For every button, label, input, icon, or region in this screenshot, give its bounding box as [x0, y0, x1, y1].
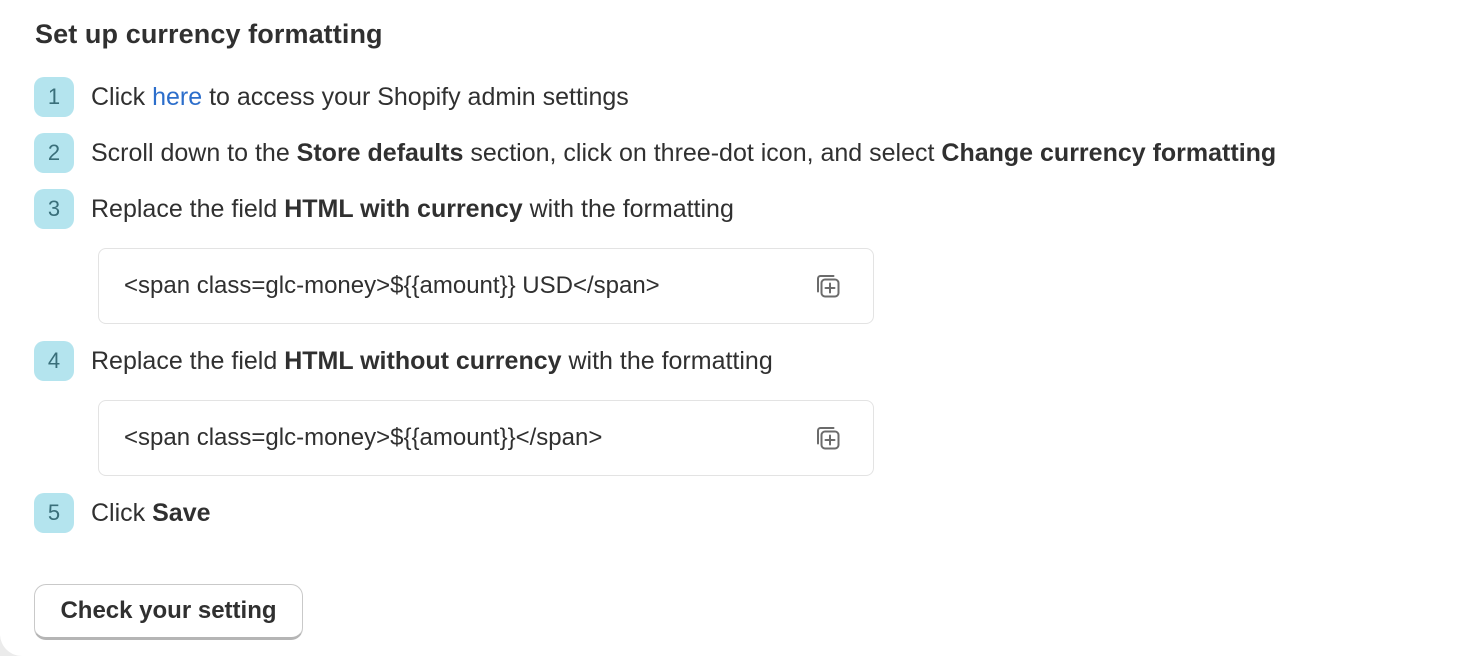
save-label: Save: [152, 498, 211, 527]
step-text-part: with the formatting: [561, 346, 773, 375]
step-text-part: with the formatting: [522, 194, 734, 223]
currency-setup-card: Set up currency formatting 1 Click here …: [0, 0, 1466, 656]
check-your-setting-button[interactable]: Check your setting: [34, 584, 303, 640]
step-text: Click here to access your Shopify admin …: [91, 83, 629, 112]
step-text: Replace the field HTML with currency wit…: [91, 195, 734, 224]
step-text-part: section, click on three-dot icon, and se…: [463, 138, 942, 167]
copy-with-currency-button[interactable]: [813, 271, 843, 301]
step-text: Replace the field HTML without currency …: [91, 347, 773, 376]
store-defaults-label: Store defaults: [296, 138, 464, 167]
change-currency-formatting-label: Change currency formatting: [941, 138, 1277, 167]
step-number-badge: 2: [34, 133, 74, 173]
html-with-currency-label: HTML with currency: [284, 194, 523, 223]
step-text-part: Click: [91, 498, 153, 527]
step-text: Scroll down to the Store defaults sectio…: [91, 139, 1276, 168]
code-with-currency-text: <span class=glc-money>${{amount}} USD</s…: [124, 272, 660, 299]
step-text-part: to access your Shopify admin settings: [202, 82, 629, 111]
step-number-badge: 3: [34, 189, 74, 229]
code-with-currency-box: <span class=glc-money>${{amount}} USD</s…: [98, 248, 874, 324]
step-2: 2 Scroll down to the Store defaults sect…: [34, 133, 1276, 173]
step-number-badge: 5: [34, 493, 74, 533]
step-text: Click Save: [91, 499, 211, 528]
step-3: 3 Replace the field HTML with currency w…: [34, 189, 734, 229]
code-without-currency-text: <span class=glc-money>${{amount}}</span>: [124, 424, 603, 451]
step-number-badge: 1: [34, 77, 74, 117]
step-5: 5 Click Save: [34, 493, 211, 533]
step-1: 1 Click here to access your Shopify admi…: [34, 77, 629, 117]
page-title: Set up currency formatting: [35, 19, 383, 49]
step-text-part: Click: [91, 82, 153, 111]
copy-icon: [817, 275, 840, 298]
step-4: 4 Replace the field HTML without currenc…: [34, 341, 773, 381]
copy-icon: [817, 427, 840, 450]
html-without-currency-label: HTML without currency: [284, 346, 562, 375]
step-text-part: Replace the field: [91, 194, 285, 223]
code-without-currency-box: <span class=glc-money>${{amount}}</span>: [98, 400, 874, 476]
copy-without-currency-button[interactable]: [813, 423, 843, 453]
step-text-part: Replace the field: [91, 346, 285, 375]
step-number-badge: 4: [34, 341, 74, 381]
step-text-part: Scroll down to the: [91, 138, 297, 167]
admin-settings-link[interactable]: here: [152, 83, 202, 111]
